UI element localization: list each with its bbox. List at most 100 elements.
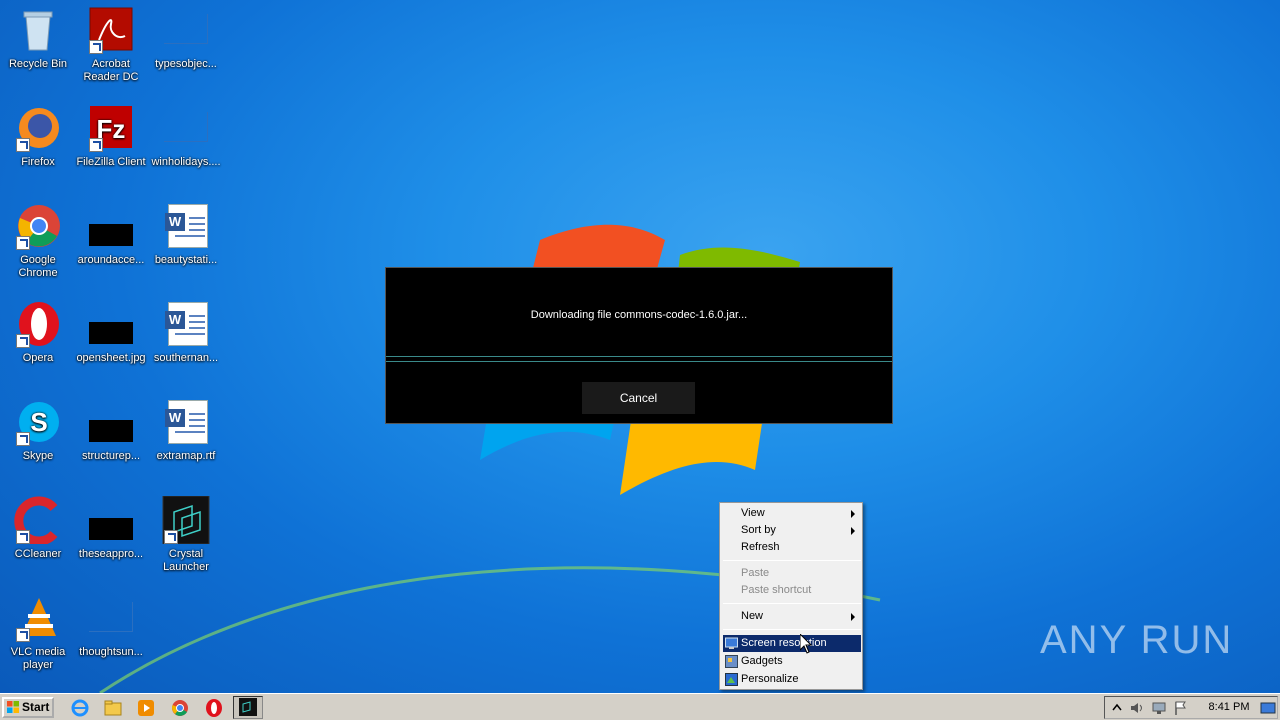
ccleaner-icon — [14, 496, 62, 546]
network-icon[interactable] — [1151, 700, 1167, 716]
anyrun-watermark: ANY RUN — [1040, 618, 1234, 662]
desktop-icon-recycle-bin[interactable]: Recycle Bin — [0, 6, 76, 96]
desktop-icon-theseappro[interactable]: theseappro... — [73, 496, 149, 586]
personalize-icon — [725, 673, 738, 686]
menu-item-gadgets[interactable]: Gadgets — [723, 653, 861, 670]
word-document-icon: W — [162, 398, 210, 446]
taskbar-clock[interactable]: 8:41 PM — [1201, 697, 1257, 718]
menu-item-label: Sort by — [741, 524, 776, 536]
recycle-bin-icon — [14, 6, 62, 54]
desktop-icon-label: Opera — [22, 352, 54, 364]
desktop-icon-label: Crystal Launcher — [163, 548, 209, 573]
system-tray: 8:41 PM — [1104, 696, 1278, 719]
filezilla-icon: Fz — [87, 104, 135, 152]
desktop-icon-firefox[interactable]: Firefox — [0, 104, 76, 194]
taskbar: Start 8:41 PM — [0, 693, 1280, 720]
download-message: Downloading file commons-codec-1.6.0.jar… — [530, 309, 748, 321]
submenu-arrow-icon — [851, 510, 855, 518]
download-dialog: Downloading file commons-codec-1.6.0.jar… — [385, 267, 893, 424]
desktop-icon-thoughtsun[interactable]: thoughtsun... — [73, 594, 149, 684]
desktop-icon-aroundacce[interactable]: aroundacce... — [73, 202, 149, 292]
desktop-icon-label: FileZilla Client — [76, 156, 146, 168]
desktop-icon-label: typesobjec... — [155, 58, 217, 70]
desktop-icon-ccleaner[interactable]: CCleaner — [0, 496, 76, 586]
desktop-icon-southernan[interactable]: W southernan... — [148, 300, 224, 390]
desktop-icon-opensheet[interactable]: opensheet.jpg — [73, 300, 149, 390]
desktop-icon-label: winholidays.... — [151, 156, 221, 168]
desktop-icon-winholidays[interactable]: winholidays.... — [148, 104, 224, 194]
menu-item-label: Paste — [741, 567, 770, 579]
menu-item-paste-shortcut[interactable]: Paste shortcut — [723, 582, 861, 599]
menu-item-label: Personalize — [741, 673, 799, 685]
desktop-icon-opera[interactable]: Opera — [0, 300, 76, 390]
cancel-button[interactable]: Cancel — [582, 382, 695, 414]
menu-item-personalize[interactable]: Personalize — [723, 671, 861, 688]
desktop-icon-google-chrome[interactable]: Google Chrome — [0, 202, 76, 292]
desktop-context-menu: View Sort by Refresh Paste Paste shortcu… — [719, 502, 863, 690]
blank-file-icon — [162, 6, 210, 54]
desktop-icon-skype[interactable]: S Skype — [0, 398, 76, 488]
menu-item-label: Paste shortcut — [741, 584, 812, 596]
word-document-icon: W — [162, 300, 210, 348]
crystal-launcher-taskbar-icon — [239, 698, 257, 716]
volume-icon[interactable] — [1129, 700, 1145, 716]
internet-explorer-icon[interactable] — [70, 698, 90, 718]
opera-icon — [14, 300, 62, 348]
start-button[interactable]: Start — [2, 697, 54, 718]
image-file-icon — [87, 398, 135, 446]
svg-text:S: S — [30, 407, 47, 437]
menu-item-label: Gadgets — [741, 655, 783, 667]
desktop-icon-label: Google Chrome — [18, 254, 58, 279]
desktop-icon-label: aroundacce... — [77, 254, 145, 266]
opera-taskbar-icon[interactable] — [204, 698, 224, 718]
acrobat-icon — [87, 6, 135, 54]
submenu-arrow-icon — [851, 527, 855, 535]
menu-item-label: Refresh — [741, 541, 780, 553]
shortcut-arrow-icon — [16, 432, 30, 446]
blank-file-icon — [162, 104, 210, 152]
desktop-icon-typesobjec[interactable]: typesobjec... — [148, 6, 224, 96]
image-file-icon — [87, 202, 135, 250]
firefox-icon — [14, 104, 62, 152]
media-player-icon[interactable] — [136, 698, 156, 718]
desktop-icon-acrobat-reader[interactable]: Acrobat Reader DC — [73, 6, 149, 96]
desktop-icon-vlc[interactable]: VLC media player — [0, 594, 76, 684]
menu-item-view[interactable]: View — [723, 505, 861, 522]
file-explorer-icon[interactable] — [103, 698, 123, 718]
shortcut-arrow-icon — [16, 334, 30, 348]
desktop-icon-filezilla[interactable]: Fz FileZilla Client — [73, 104, 149, 194]
menu-item-paste[interactable]: Paste — [723, 565, 861, 582]
chrome-taskbar-icon[interactable] — [170, 698, 190, 718]
shortcut-arrow-icon — [16, 236, 30, 250]
monitor-icon — [725, 637, 738, 649]
blank-file-icon — [87, 594, 135, 642]
menu-item-refresh[interactable]: Refresh — [723, 539, 861, 556]
show-hidden-icons-icon[interactable] — [1109, 700, 1125, 716]
desktop-icon-label: opensheet.jpg — [76, 352, 146, 364]
desktop-icon-label: thoughtsun... — [79, 646, 143, 658]
desktop-icon-label: beautystati... — [154, 254, 218, 266]
desktop-icon-label: theseappro... — [78, 548, 144, 560]
download-progress-bar — [386, 356, 892, 362]
crystal-launcher-icon — [162, 495, 210, 545]
show-desktop-icon[interactable] — [1260, 700, 1276, 716]
desktop-icon-label: Firefox — [21, 156, 55, 168]
image-file-icon — [87, 300, 135, 348]
shortcut-arrow-icon — [16, 530, 30, 544]
crystal-launcher-taskbar-button[interactable] — [233, 696, 263, 719]
desktop-icon-label: southernan... — [153, 352, 219, 364]
menu-item-label: View — [741, 507, 765, 519]
menu-item-label: New — [741, 610, 764, 622]
desktop-icon-structurep[interactable]: structurep... — [73, 398, 149, 488]
menu-item-sort-by[interactable]: Sort by — [723, 522, 861, 539]
menu-item-screen-resolution[interactable]: Screen resolution — [723, 635, 861, 652]
desktop-icon-extramap[interactable]: W extramap.rtf — [148, 398, 224, 488]
desktop-icon-crystal-launcher[interactable]: Crystal Launcher — [148, 495, 224, 586]
desktop-icon-beautystati[interactable]: W beautystati... — [148, 202, 224, 292]
action-center-flag-icon[interactable] — [1173, 700, 1189, 716]
chrome-icon — [14, 202, 62, 250]
shortcut-arrow-icon — [89, 40, 103, 54]
menu-separator — [723, 560, 861, 561]
menu-item-new[interactable]: New — [723, 608, 861, 625]
image-file-icon — [87, 496, 135, 544]
